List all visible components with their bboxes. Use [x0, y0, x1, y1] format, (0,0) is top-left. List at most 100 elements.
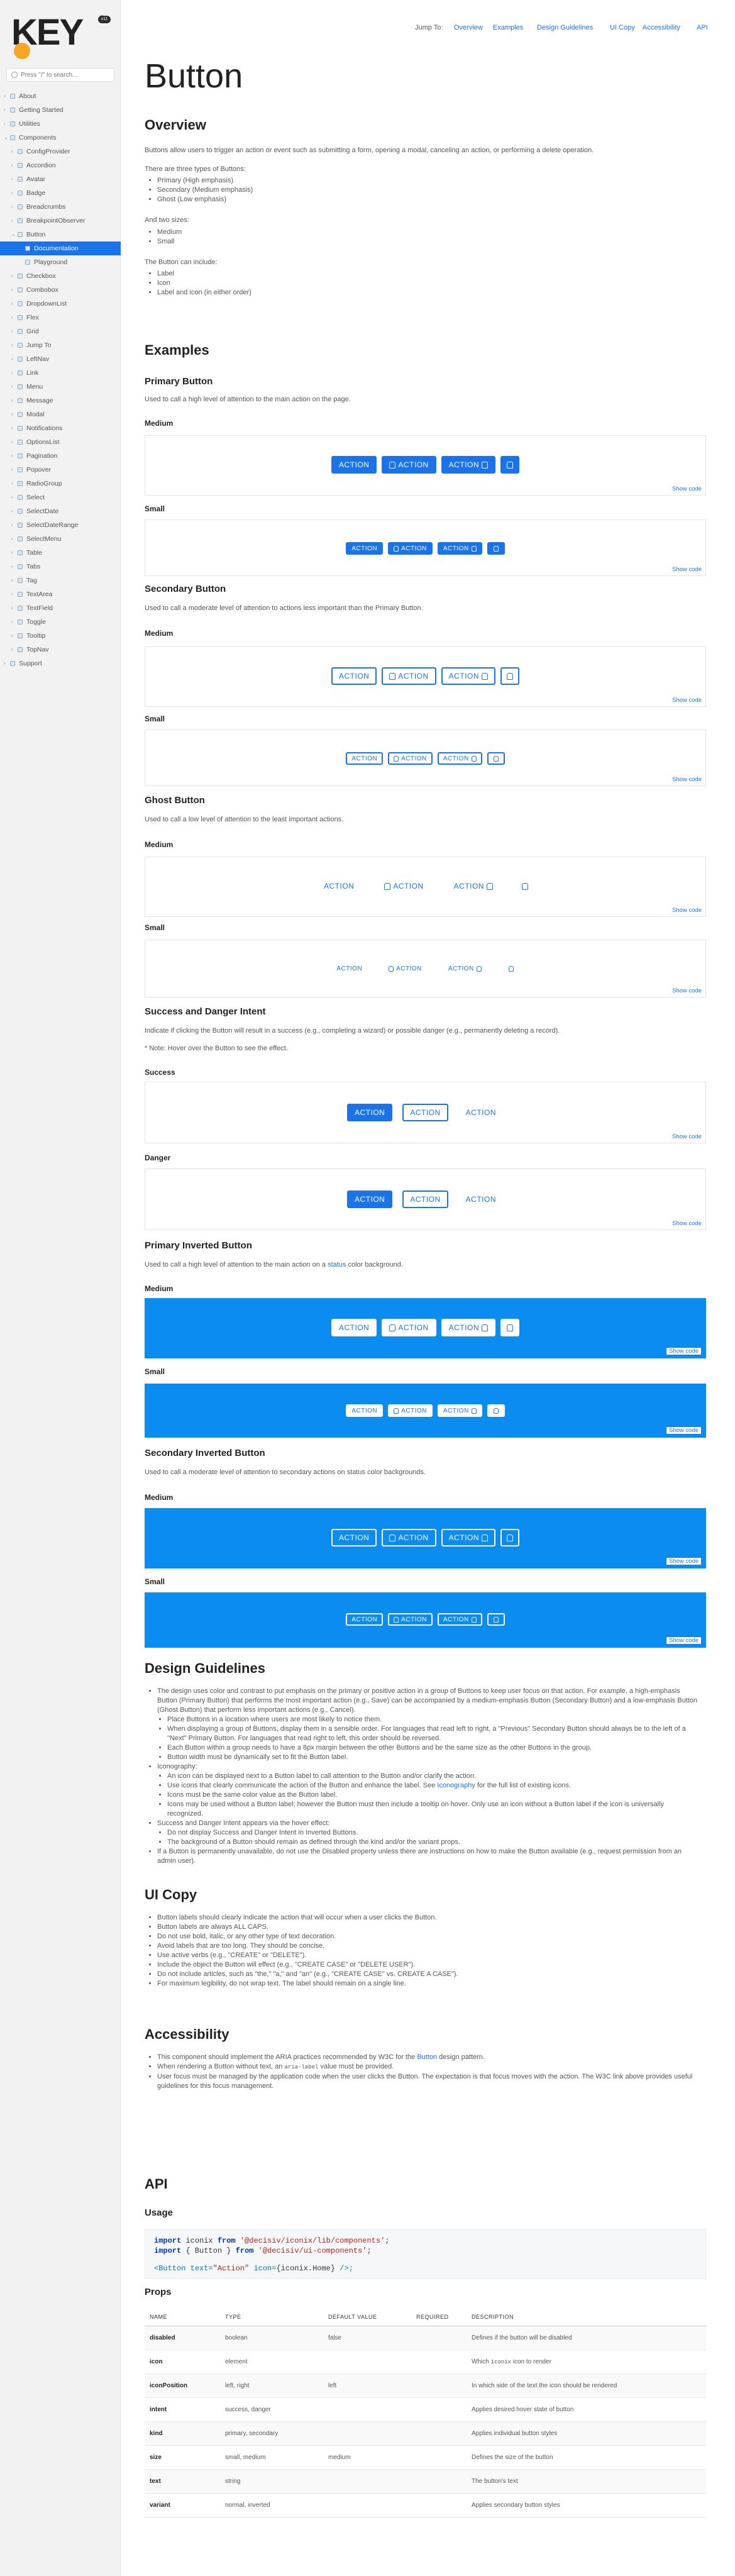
jump-accessibility-link[interactable]: Accessibility [643, 24, 680, 31]
jump-overview-link[interactable]: Overview [454, 24, 483, 31]
action-button[interactable]: ACTION [441, 1319, 496, 1336]
action-button[interactable]: ACTION [331, 1529, 377, 1546]
action-button[interactable]: ACTION [346, 1613, 384, 1626]
action-button[interactable]: ACTION [402, 1104, 448, 1121]
sidebar-item-components[interactable]: ⌄ Components [0, 131, 121, 145]
home-icon-button[interactable] [500, 1319, 520, 1336]
show-code-link[interactable]: Show code [672, 776, 702, 783]
show-code-link[interactable]: Show code [672, 1220, 702, 1227]
sidebar-item-selectdaterange[interactable]: › SelectDateRange [0, 518, 121, 532]
sidebar-item-support[interactable]: › Support [0, 657, 121, 670]
jump-api-link[interactable]: API [697, 24, 708, 31]
sidebar-item-avatar[interactable]: › Avatar [0, 172, 121, 186]
action-button[interactable]: ACTION [388, 1404, 433, 1417]
sidebar-item-grid[interactable]: › Grid [0, 325, 121, 338]
action-button[interactable]: ACTION [437, 1404, 482, 1417]
action-button[interactable]: ACTION [346, 752, 384, 765]
sidebar-item-combobox[interactable]: › Combobox [0, 283, 121, 297]
sidebar-item-accordion[interactable]: › Accordion [0, 158, 121, 172]
sidebar-item-menu[interactable]: › Menu [0, 380, 121, 394]
action-button[interactable]: ACTION [382, 1319, 436, 1336]
show-code-link[interactable]: Show code [672, 987, 702, 994]
sidebar-item-playground[interactable]: Playground [0, 255, 121, 269]
action-button[interactable]: ACTION [316, 877, 362, 895]
action-button[interactable]: ACTION [388, 752, 433, 765]
action-button[interactable]: ACTION [346, 1104, 393, 1121]
sidebar-item-selectmenu[interactable]: › SelectMenu [0, 532, 121, 546]
sidebar-item-tag[interactable]: › Tag [0, 574, 121, 587]
show-code-link[interactable]: Show code [672, 1133, 702, 1140]
home-icon-button[interactable] [516, 877, 534, 895]
home-icon-button[interactable] [487, 542, 505, 555]
sidebar-item-tooltip[interactable]: › Tooltip [0, 629, 121, 643]
jump-design-guidelines-link[interactable]: Design Guidelines [537, 24, 593, 31]
sidebar-item-radiogroup[interactable]: › RadioGroup [0, 477, 121, 491]
sidebar-item-optionslist[interactable]: › OptionsList [0, 435, 121, 449]
sidebar-item-tabs[interactable]: › Tabs [0, 560, 121, 574]
sidebar-item-breadcrumbs[interactable]: › Breadcrumbs [0, 200, 121, 214]
action-button[interactable]: ACTION [382, 456, 436, 474]
sidebar-item-checkbox[interactable]: › Checkbox [0, 269, 121, 283]
action-button[interactable]: ACTION [446, 877, 500, 895]
show-code-link[interactable]: Show code [665, 1347, 702, 1355]
sidebar-item-getting-started[interactable]: › Getting Started [0, 103, 121, 117]
jump-ui-copy-link[interactable]: UI Copy [610, 24, 635, 31]
search-input[interactable] [6, 68, 114, 82]
sidebar-item-textfield[interactable]: › TextField [0, 601, 121, 615]
action-button[interactable]: ACTION [437, 752, 482, 765]
sidebar-item-leftnav[interactable]: › LeftNav [0, 352, 121, 366]
action-button[interactable]: ACTION [388, 542, 433, 555]
action-button[interactable]: ACTION [383, 962, 428, 975]
jump-examples-link[interactable]: Examples [493, 24, 523, 31]
action-button[interactable]: ACTION [331, 456, 377, 474]
action-button[interactable]: ACTION [331, 667, 377, 685]
sidebar-item-documentation[interactable]: Documentation [0, 242, 121, 255]
sidebar-item-badge[interactable]: › Badge [0, 186, 121, 200]
show-code-link[interactable]: Show code [665, 1557, 702, 1565]
home-icon-button[interactable] [487, 752, 505, 765]
sidebar-item-topnav[interactable]: › TopNav [0, 643, 121, 657]
show-code-link[interactable]: Show code [672, 566, 702, 573]
action-button[interactable]: ACTION [346, 542, 384, 555]
sidebar-item-modal[interactable]: › Modal [0, 408, 121, 421]
action-button[interactable]: ACTION [441, 667, 496, 685]
sidebar-item-notifications[interactable]: › Notifications [0, 421, 121, 435]
home-icon-button[interactable] [487, 1404, 505, 1417]
sidebar-item-table[interactable]: › Table [0, 546, 121, 560]
action-button[interactable]: ACTION [382, 667, 436, 685]
logo[interactable]: KEY [11, 11, 106, 59]
sidebar-item-breakpointobserver[interactable]: › BreakpointObserver [0, 214, 121, 228]
sidebar-item-flex[interactable]: › Flex [0, 311, 121, 325]
action-button[interactable]: ACTION [443, 962, 487, 975]
sidebar-item-select[interactable]: › Select [0, 491, 121, 504]
sidebar-item-textarea[interactable]: › TextArea [0, 587, 121, 601]
iconography-link[interactable]: Iconography [437, 1782, 475, 1789]
sidebar-item-dropdownlist[interactable]: › DropdownList [0, 297, 121, 311]
action-button[interactable]: ACTION [346, 1404, 384, 1417]
show-code-link[interactable]: Show code [665, 1636, 702, 1645]
action-button[interactable]: ACTION [388, 1613, 433, 1626]
show-code-link[interactable]: Show code [672, 697, 702, 704]
sidebar-item-about[interactable]: › About [0, 89, 121, 103]
action-button[interactable]: ACTION [346, 1191, 393, 1208]
sidebar-item-pagination[interactable]: › Pagination [0, 449, 121, 463]
action-button[interactable]: ACTION [437, 1613, 482, 1626]
home-icon-button[interactable] [500, 1529, 520, 1546]
action-button[interactable]: ACTION [377, 877, 431, 895]
sidebar-item-message[interactable]: › Message [0, 394, 121, 408]
action-button[interactable]: ACTION [458, 1191, 504, 1208]
show-code-link[interactable]: Show code [672, 907, 702, 914]
action-button[interactable]: ACTION [441, 456, 496, 474]
home-icon-button[interactable] [500, 667, 520, 685]
sidebar-item-toggle[interactable]: › Toggle [0, 615, 121, 629]
sidebar-item-jump-to[interactable]: › Jump To [0, 338, 121, 352]
button-pattern-link[interactable]: Button [417, 2053, 437, 2061]
action-button[interactable]: ACTION [437, 542, 482, 555]
home-icon-button[interactable] [500, 456, 520, 474]
action-button[interactable]: ACTION [382, 1529, 436, 1546]
sidebar-item-popover[interactable]: › Popover [0, 463, 121, 477]
sidebar-item-link[interactable]: › Link [0, 366, 121, 380]
show-code-link[interactable]: Show code [672, 486, 702, 492]
home-icon-button[interactable] [487, 1613, 505, 1626]
show-code-link[interactable]: Show code [665, 1426, 702, 1435]
